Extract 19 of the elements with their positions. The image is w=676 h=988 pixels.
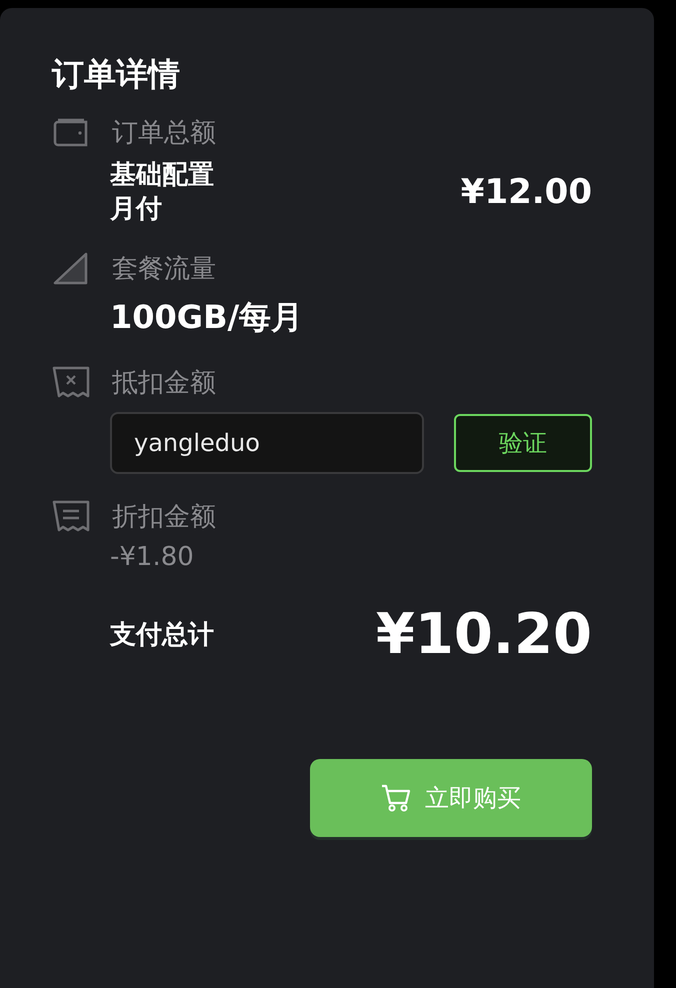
section-label: 套餐流量 — [112, 252, 216, 286]
verify-button[interactable]: 验证 — [454, 414, 592, 472]
section-label: 折扣金额 — [112, 500, 216, 534]
wallet-icon — [52, 117, 90, 147]
traffic-value: 100GB/每月 — [110, 298, 304, 336]
cart-icon — [381, 784, 411, 812]
total-label: 支付总计 — [110, 619, 214, 652]
receipt-icon — [52, 500, 90, 532]
billing-cycle: 月付 — [110, 193, 163, 226]
discount-value: -¥1.80 — [110, 542, 194, 572]
receipt-x-icon — [52, 366, 90, 398]
order-price: ¥12.00 — [460, 172, 592, 212]
plan-name: 基础配置 — [110, 159, 214, 192]
section-label: 抵扣金额 — [112, 366, 216, 400]
section-label: 订单总额 — [112, 116, 216, 150]
total-price: ¥10.20 — [376, 602, 592, 667]
coupon-input-field[interactable]: yangleduo — [110, 412, 424, 474]
panel-title: 订单详情 — [52, 54, 181, 94]
signal-icon — [52, 251, 90, 285]
